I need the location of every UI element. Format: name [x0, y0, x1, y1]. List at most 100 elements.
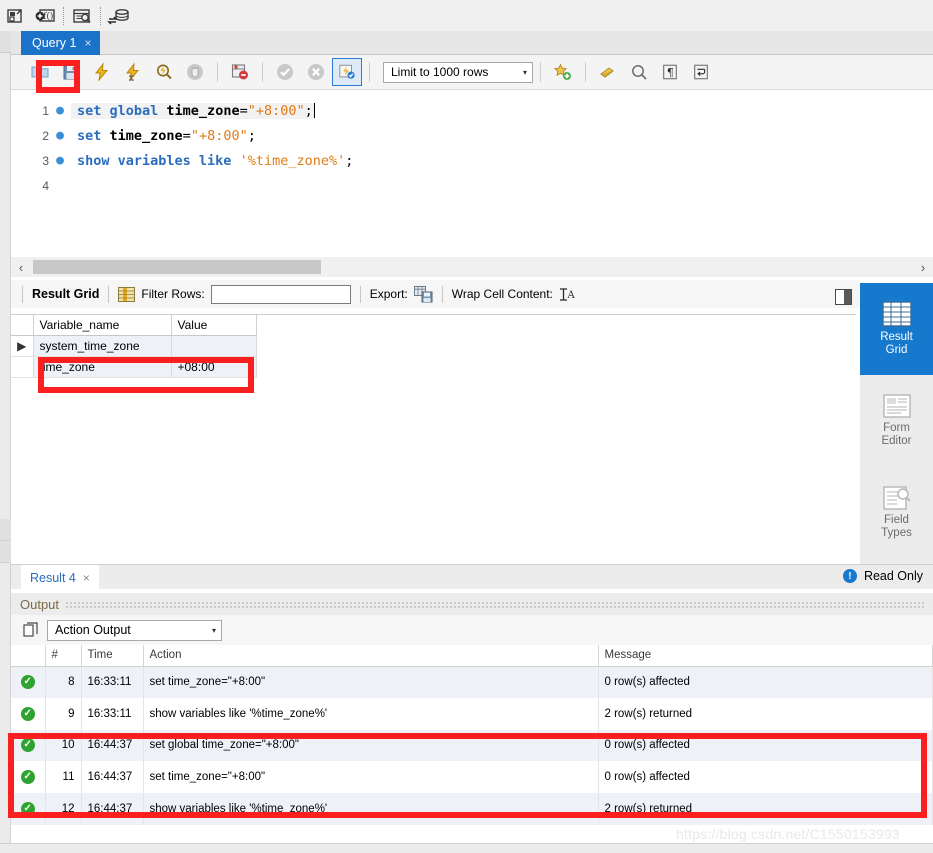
scroll-left-icon[interactable]: ‹ [11, 260, 31, 275]
sidebar-strip-button-1[interactable] [0, 31, 11, 53]
check-icon: ✓ [20, 675, 35, 690]
label-line-1: Form [883, 421, 910, 434]
token: like [198, 152, 240, 169]
cell-message: 0 row(s) affected [598, 761, 933, 794]
result-grid-header-row: Variable_name Value [11, 315, 257, 336]
result-grid-title: Result Grid [32, 287, 100, 301]
tab-result-4-label: Result 4 [30, 570, 76, 585]
code-line-4[interactable]: 4 [11, 173, 933, 198]
rollback-icon[interactable] [301, 58, 331, 86]
table-row[interactable]: ▶ system_time_zone [11, 335, 257, 357]
query-tab-bar: Query 1 × [11, 31, 933, 55]
export-icon[interactable] [413, 285, 433, 303]
toggle-sidebar-icon[interactable] [835, 289, 852, 305]
token: = [182, 127, 191, 144]
output-col-status [11, 645, 46, 667]
execute-statement-icon[interactable] [87, 58, 117, 86]
editor-horizontal-scrollbar[interactable]: ‹ › [11, 257, 933, 277]
inspect-table-icon[interactable] [67, 3, 97, 29]
breakpoint-dot-icon-3[interactable]: ● [49, 153, 71, 168]
save-script-icon[interactable] [56, 58, 86, 86]
status-badge: ✓ [11, 793, 46, 825]
execute-current-statement-icon[interactable] [118, 58, 148, 86]
explain-statement-icon[interactable] [149, 58, 179, 86]
table-row[interactable]: ✓ 10 16:44:37 set global time_zone="+8:0… [11, 729, 933, 762]
result-grid[interactable]: Variable_name Value ▶ system_time_zone t… [11, 314, 860, 564]
sidebar-strip-button-2[interactable] [0, 519, 11, 541]
table-row[interactable]: ✓ 9 16:33:11 show variables like '%time_… [11, 697, 933, 730]
token: "+8:00" [190, 127, 248, 144]
token: = [239, 102, 248, 119]
result-col-value[interactable]: Value [171, 315, 257, 336]
breakpoint-dot-icon-1[interactable]: ● [49, 103, 71, 118]
row-limit-select[interactable]: Limit to 1000 rows ▾ [383, 61, 533, 83]
table-row[interactable]: ✓ 8 16:33:11 set time_zone="+8:00" 0 row… [11, 666, 933, 698]
cell-message: 2 row(s) returned [598, 793, 933, 825]
svg-text:A: A [566, 290, 575, 301]
code-line-1[interactable]: 1 ● set global time_zone="+8:00"; [11, 98, 933, 123]
toggle-wrapping-icon[interactable] [686, 58, 716, 86]
beautify-sql-icon[interactable] [548, 58, 578, 86]
result-col-marker [11, 315, 34, 336]
cell-number: 8 [45, 666, 82, 698]
scrollbar-thumb[interactable] [33, 260, 321, 274]
breakpoint-dot-icon-2[interactable]: ● [49, 128, 71, 143]
create-function-icon[interactable]: f() [30, 3, 60, 29]
toolbar-divider-2 [100, 6, 101, 25]
cell-time: 16:44:37 [81, 793, 144, 825]
code-line-3[interactable]: 3 ● show variables like '%time_zone%'; [11, 148, 933, 173]
copy-icon[interactable] [23, 622, 39, 638]
tab-result-4[interactable]: Result 4 × [21, 565, 99, 590]
filter-rows-input[interactable] [210, 284, 351, 304]
export-label: Export: [369, 287, 408, 301]
result-tab-bar: Result 4 × ! Read Only [11, 564, 933, 590]
stop-execution-icon[interactable] [180, 58, 210, 86]
result-grid-table: Variable_name Value ▶ system_time_zone t… [11, 315, 257, 378]
commit-icon[interactable] [270, 58, 300, 86]
output-col-message: Message [598, 645, 933, 667]
line-number-3: 3 [42, 153, 49, 168]
schema-inspector-icon[interactable] [0, 3, 30, 29]
code-text-2: set time_zone="+8:00"; [71, 128, 256, 144]
sidebar-item-field-types[interactable]: Field Types [860, 467, 933, 559]
table-row[interactable]: ✓ 11 16:44:37 set time_zone="+8:00" 0 ro… [11, 761, 933, 794]
output-header-dots [65, 600, 924, 608]
rg-divider-3 [441, 285, 443, 303]
sidebar-item-result-grid[interactable]: Result Grid [851, 283, 933, 375]
sync-database-icon[interactable] [104, 3, 134, 29]
code-line-2[interactable]: 2 ● set time_zone="+8:00"; [11, 123, 933, 148]
token: ; [345, 152, 354, 169]
output-type-select[interactable]: Action Output ▾ [47, 619, 222, 641]
result-col-variable-name[interactable]: Variable_name [33, 315, 172, 336]
output-col-number: # [45, 645, 82, 667]
open-script-icon[interactable] [25, 58, 55, 86]
close-icon[interactable]: × [84, 36, 91, 50]
wrap-cell-icon[interactable]: A [559, 287, 575, 302]
output-header: Output [11, 593, 933, 615]
search-icon[interactable] [624, 58, 654, 86]
label-line-2: Types [881, 527, 912, 539]
code-text-1: set global time_zone="+8:00"; [71, 102, 315, 119]
tab-query-1[interactable]: Query 1 × [21, 31, 101, 55]
cell-variable-name[interactable]: time_zone [33, 356, 172, 378]
close-icon[interactable]: × [83, 571, 90, 585]
cell-value[interactable] [171, 335, 257, 357]
table-row[interactable]: ✓ 12 16:44:37 show variables like '%time… [11, 793, 933, 825]
cell-value[interactable]: +08:00 [171, 356, 257, 378]
cell-number: 10 [45, 729, 82, 762]
editor-toolbar-divider-2 [262, 62, 263, 82]
status-badge: ✓ [11, 761, 46, 794]
sidebar-item-form-editor[interactable]: Form Editor [860, 375, 933, 467]
table-row[interactable]: time_zone +08:00 [11, 356, 257, 378]
toggle-autocommit-icon[interactable] [332, 58, 362, 86]
toggle-invisible-chars-icon[interactable]: ¶ [655, 58, 685, 86]
sidebar-strip-button-3[interactable] [0, 541, 11, 563]
sql-editor[interactable]: 1 ● set global time_zone="+8:00"; 2 ● se… [11, 90, 933, 257]
cell-action: set time_zone="+8:00" [143, 666, 599, 698]
find-icon[interactable] [593, 58, 623, 86]
line-number-4: 4 [42, 178, 49, 193]
toggle-stop-on-error-icon[interactable] [225, 58, 255, 86]
scroll-right-icon[interactable]: › [913, 260, 933, 275]
cell-variable-name[interactable]: system_time_zone [33, 335, 172, 357]
result-grid-icon[interactable] [118, 286, 136, 302]
